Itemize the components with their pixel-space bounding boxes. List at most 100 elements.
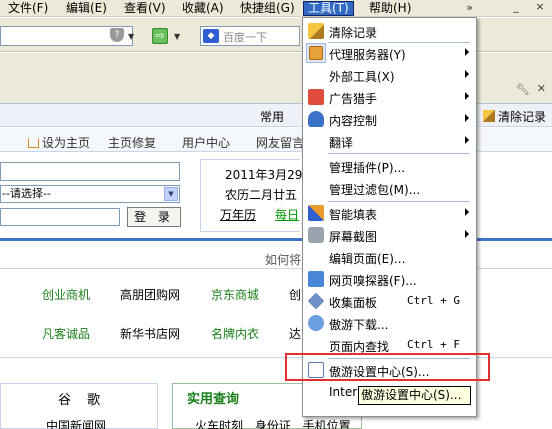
utility-links[interactable]: 火车时刻 身份证 手机位置 <box>195 417 351 429</box>
links-common[interactable]: 常用 <box>260 108 284 125</box>
house-icon <box>28 138 39 148</box>
menu-item-collect-panel[interactable]: 收集面板 Ctrl + G <box>304 290 475 312</box>
menu-tools[interactable]: 工具(T) <box>303 1 354 16</box>
menu-item-content-control[interactable]: 内容控制 <box>304 108 475 130</box>
user-center-link[interactable]: 用户中心 <box>182 134 230 151</box>
menu-item-sniffer[interactable]: 网页嗅探器(F)... <box>304 268 475 290</box>
menu-item-label: 内容控制 <box>329 114 378 128</box>
download-icon <box>308 315 324 331</box>
menu-item-ad-hunter[interactable]: 广告猎手 <box>304 86 475 108</box>
menu-item-label: 广告猎手 <box>329 92 378 106</box>
close-button[interactable]: × <box>532 1 548 15</box>
wannian-link[interactable]: 万年历 <box>220 206 256 223</box>
site-link[interactable]: 达 <box>289 325 301 342</box>
select-value: --请选择-- <box>2 187 51 200</box>
menu-item-label: 编辑页面(E)... <box>329 252 406 266</box>
howto-text: 如何将 <box>265 253 302 267</box>
search-input[interactable]: ◆ 百度一下 <box>200 26 300 46</box>
menu-item-label: 清除记录 <box>329 26 378 40</box>
submenu-arrow-icon <box>465 208 469 216</box>
menu-separator <box>328 153 470 154</box>
news-link[interactable]: 中国新闻网 <box>46 417 106 429</box>
highlight-box <box>285 353 490 381</box>
date-lunar: 农历二月廿五 <box>225 188 298 202</box>
site-link[interactable]: 创业商机 <box>42 286 90 303</box>
menu-help[interactable]: 帮助(H) <box>365 1 415 16</box>
google-title: 谷 歌 <box>58 393 107 408</box>
close-icon[interactable]: ✕ <box>537 82 546 95</box>
clear-record-label: 清除记录 <box>498 110 547 124</box>
chevron-down-icon[interactable]: ▼ <box>174 32 180 41</box>
menu-item-label: 外部工具(X) <box>329 70 395 84</box>
menu-file[interactable]: 文件(F) <box>4 1 52 16</box>
login-button[interactable]: 登 录 <box>127 207 181 227</box>
site-link[interactable]: 名牌内衣 <box>211 325 259 342</box>
menu-item-label: 收集面板 <box>329 296 378 310</box>
menu-favorites[interactable]: 收藏(A) <box>178 1 228 16</box>
chevron-down-icon[interactable]: ▼ <box>164 187 178 201</box>
ad-hunter-icon <box>308 89 324 105</box>
submenu-arrow-icon <box>465 92 469 100</box>
shortcut-label: Ctrl + F <box>407 338 460 351</box>
menu-item-clear-record[interactable]: 清除记录 <box>304 20 475 42</box>
broom-icon <box>308 23 324 39</box>
menu-view[interactable]: 查看(V) <box>120 1 170 16</box>
menu-item-label: 管理过滤包(M)... <box>329 183 421 197</box>
links-clear-record[interactable]: 清除记录 <box>483 108 546 125</box>
username-field[interactable] <box>0 162 180 181</box>
site-link[interactable]: 高朋团购网 <box>120 286 180 303</box>
proxy-icon <box>309 46 323 60</box>
collect-panel-icon <box>307 292 325 310</box>
site-link[interactable]: 新华书店网 <box>120 325 180 342</box>
submenu-arrow-icon <box>465 136 469 144</box>
site-link[interactable]: 京东商城 <box>211 286 259 303</box>
menu-item-translate[interactable]: 翻译 <box>304 130 475 152</box>
search-placeholder: 百度一下 <box>223 31 267 44</box>
menu-edit[interactable]: 编辑(E) <box>62 1 111 16</box>
set-home-label: 设为主页 <box>42 136 91 150</box>
menu-item-label: 傲游下载... <box>329 318 389 332</box>
menu-item-download[interactable]: 傲游下载... <box>304 312 475 334</box>
smart-fill-icon <box>308 205 324 221</box>
sniffer-icon <box>308 271 324 287</box>
menubar: 文件(F) 编辑(E) 查看(V) 收藏(A) 快捷组(G) 工具(T) 帮助(… <box>0 0 552 17</box>
set-home-link[interactable]: 设为主页 <box>28 134 90 151</box>
chevron-icon[interactable]: » <box>466 1 473 14</box>
net-friend-link[interactable]: 网友留言 <box>256 134 304 151</box>
screenshot-icon <box>308 227 324 243</box>
menu-item-edit-page[interactable]: 编辑页面(E)... <box>304 246 475 268</box>
submenu-arrow-icon <box>465 70 469 78</box>
wrench-icon[interactable]: 🔧︎ <box>516 83 530 96</box>
daily-link[interactable]: 每日 <box>275 206 299 223</box>
site-link[interactable]: 创 <box>289 286 301 303</box>
menu-item-manage-filters[interactable]: 管理过滤包(M)... <box>304 177 475 199</box>
menu-item-label: 翻译 <box>329 136 354 150</box>
password-field[interactable] <box>0 208 120 226</box>
menu-item-label: 代理服务器(Y) <box>329 48 406 62</box>
shield-icon[interactable]: ? <box>110 28 124 42</box>
menu-item-manage-plugins[interactable]: 管理插件(P)... <box>304 155 475 177</box>
broom-icon <box>483 110 495 122</box>
menu-item-label: Inter <box>329 385 358 399</box>
menu-item-label: 网页嗅探器(F)... <box>329 274 417 288</box>
menu-item-smart-fill[interactable]: 智能填表 <box>304 202 475 224</box>
submenu-arrow-icon <box>465 230 469 238</box>
menu-item-proxy[interactable]: 代理服务器(Y) <box>304 42 475 64</box>
content-control-icon <box>308 111 324 127</box>
chevron-down-icon[interactable]: ▼ <box>128 32 134 41</box>
login-type-select[interactable]: --请选择-- ▼ <box>0 185 180 203</box>
submenu-arrow-icon <box>465 114 469 122</box>
menu-item-label: 管理插件(P)... <box>329 161 406 175</box>
repair-home-link[interactable]: 主页修复 <box>108 134 156 151</box>
menu-item-external-tools[interactable]: 外部工具(X) <box>304 64 475 86</box>
go-button[interactable]: ⇨ <box>152 28 168 44</box>
baidu-paw-icon[interactable]: ◆ <box>203 29 219 43</box>
menu-item-label: 智能填表 <box>329 208 378 222</box>
shortcut-label: Ctrl + G <box>407 294 460 307</box>
submenu-arrow-icon <box>465 48 469 56</box>
menu-item-screenshot[interactable]: 屏幕截图 <box>304 224 475 246</box>
site-link[interactable]: 凡客诚品 <box>42 325 90 342</box>
utility-title: 实用查询 <box>187 392 240 407</box>
minimize-button[interactable]: _ <box>508 1 524 15</box>
menu-groups[interactable]: 快捷组(G) <box>236 1 299 16</box>
